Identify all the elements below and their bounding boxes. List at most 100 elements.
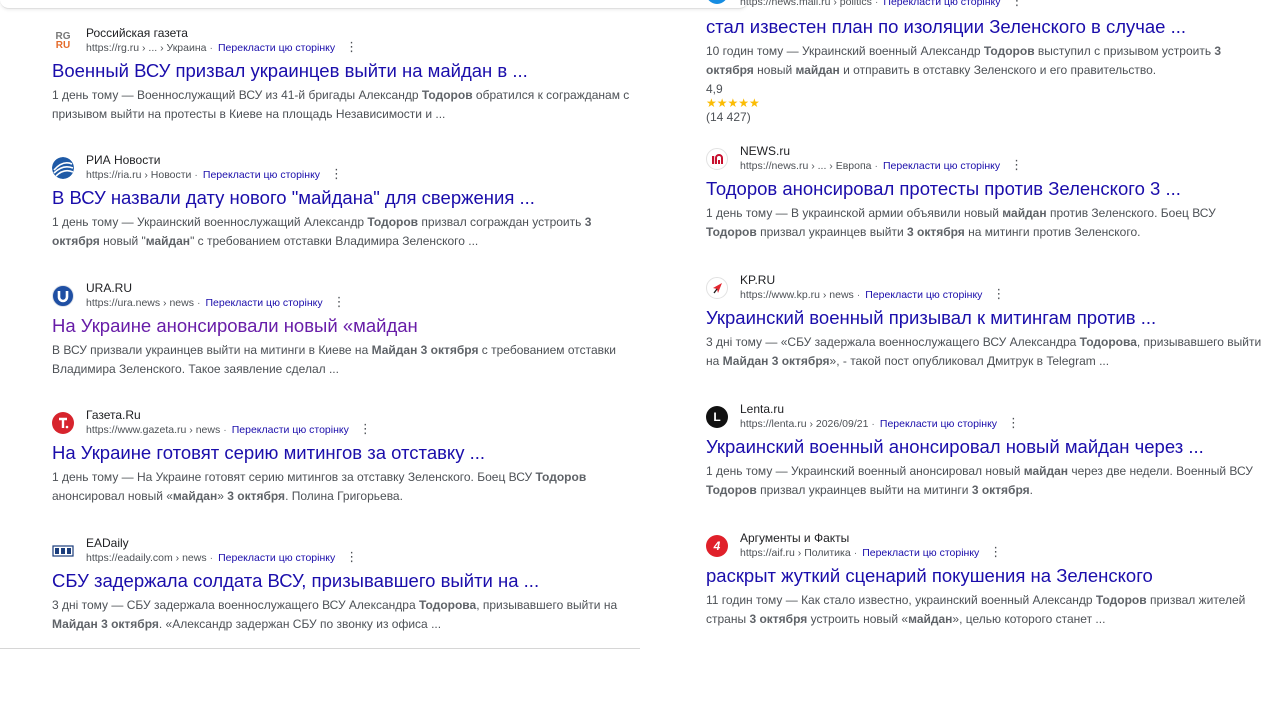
more-options-icon[interactable]: ⋮ bbox=[992, 287, 1005, 300]
site-url: https://news.ru › ... › Европа bbox=[740, 160, 872, 172]
snippet-highlight: Тодорова bbox=[418, 598, 477, 612]
snippet-text: , призывавшего выйти на bbox=[476, 598, 618, 612]
kp-icon bbox=[706, 277, 728, 299]
site-name: РИА Новости bbox=[86, 153, 161, 167]
snippet-highlight: майдан bbox=[145, 234, 191, 248]
snippet-text: 3 дні тому — «СБУ задержала военнослужащ… bbox=[706, 335, 1080, 349]
site-name: Газета.Ru bbox=[86, 408, 141, 422]
site-url-line: https://ura.news › news · Перекласти цю ст… bbox=[86, 294, 346, 309]
site-url: https://news.mail.ru › politics bbox=[740, 0, 872, 8]
result-title-link[interactable]: раскрыт жуткий сценарий покушения на Зел… bbox=[706, 565, 1153, 587]
more-options-icon[interactable]: ⋮ bbox=[333, 295, 346, 308]
snippet-highlight: майдан bbox=[172, 489, 218, 503]
snippet-highlight: майдан bbox=[1023, 464, 1069, 478]
translate-page-link[interactable]: Перекласти цю сторінку bbox=[218, 42, 335, 54]
more-options-icon[interactable]: ⋮ bbox=[345, 550, 358, 563]
result-title-link[interactable]: Украинский военный анонсировал новый май… bbox=[706, 436, 1204, 458]
snippet-highlight: Тодоров bbox=[535, 470, 587, 484]
result-snippet: 1 день тому — В украинской армии объявил… bbox=[706, 204, 1246, 242]
more-options-icon[interactable]: ⋮ bbox=[989, 545, 1002, 558]
snippet-text: новый bbox=[753, 63, 796, 77]
more-options-icon[interactable]: ⋮ bbox=[359, 422, 372, 435]
result-snippet: 1 день тому — На Украине готовят серию м… bbox=[52, 468, 642, 506]
snippet-text: », - такой пост опубликовал Дмитрук в Te… bbox=[829, 354, 1110, 368]
translate-page-link[interactable]: Перекласти цю сторінку bbox=[883, 160, 1000, 172]
star-rating-icon: ★★★★★ bbox=[706, 96, 760, 110]
site-url: https://aif.ru › Политика bbox=[740, 547, 851, 559]
translate-page-link[interactable]: Перекласти цю сторінку bbox=[862, 547, 979, 559]
snippet-text: призвал украинцев выйти на митинги bbox=[756, 483, 972, 497]
snippet-text: . «Александр задержан СБУ по звонку из о… bbox=[158, 617, 442, 631]
snippet-text: 11 годин тому — Как стало известно, укра… bbox=[706, 593, 1096, 607]
translate-page-link[interactable]: Перекласти цю сторінку bbox=[205, 297, 322, 309]
snippet-highlight: майдан bbox=[1002, 206, 1047, 220]
snippet-highlight: Тодоров bbox=[983, 44, 1035, 58]
site-name: Аргументы и Факты bbox=[740, 531, 850, 545]
more-options-icon[interactable]: ⋮ bbox=[1011, 0, 1024, 7]
result-title-link[interactable]: СБУ задержала солдата ВСУ, призывавшего … bbox=[52, 570, 539, 592]
snippet-highlight: 3 октября bbox=[749, 612, 808, 626]
snippet-text: . bbox=[1029, 483, 1033, 497]
snippet-highlight: Тодоров bbox=[421, 88, 473, 102]
translate-page-link[interactable]: Перекласти цю сторінку bbox=[865, 289, 982, 301]
rating-count: (14 427) bbox=[706, 110, 751, 124]
snippet-text: 10 годин тому — Украинский военный Алекс… bbox=[706, 44, 984, 58]
translate-page-link[interactable]: Перекласти цю сторінку bbox=[883, 0, 1000, 8]
site-url: https://www.gazeta.ru › news bbox=[86, 424, 221, 436]
snippet-text: 3 дні тому — СБУ задержала военнослужаще… bbox=[52, 598, 419, 612]
search-bar-edge bbox=[0, 0, 748, 9]
translate-page-link[interactable]: Перекласти цю сторінку bbox=[232, 424, 349, 436]
snippet-text: » bbox=[217, 489, 228, 503]
eadaily-icon-graphic bbox=[52, 545, 74, 557]
eadaily-icon bbox=[52, 540, 74, 562]
translate-page-link[interactable]: Перекласти цю сторінку bbox=[218, 552, 335, 564]
snippet-text: 1 день тому — В украинской армии объявил… bbox=[706, 206, 1003, 220]
site-url-line: https://rg.ru › ... › Украина · Перекласти… bbox=[86, 39, 358, 54]
site-url-line: https://news.ru › ... › Европа · Перекласт… bbox=[740, 157, 1023, 172]
site-url-line: https://ria.ru › Новости · Перекласти цю с… bbox=[86, 166, 343, 181]
snippet-text: на митинги против Зеленского. bbox=[964, 225, 1141, 239]
aif-icon: 4 bbox=[706, 535, 728, 557]
result-snippet: 1 день тому — Военнослужащий ВСУ из 41-й… bbox=[52, 86, 642, 124]
site-url-line: https://eadaily.com › news · Перекласти цю… bbox=[86, 549, 358, 564]
newsru-icon bbox=[706, 148, 728, 170]
result-title-link[interactable]: На Украине готовят серию митингов за отс… bbox=[52, 442, 485, 464]
snippet-highlight: Тодоров bbox=[706, 483, 757, 497]
result-title-link[interactable]: Военный ВСУ призвал украинцев выйти на м… bbox=[52, 60, 528, 82]
ria-icon-graphic bbox=[52, 157, 74, 179]
translate-page-link[interactable]: Перекласти цю сторінку bbox=[203, 169, 320, 181]
translate-page-link[interactable]: Перекласти цю сторінку bbox=[880, 418, 997, 430]
result-title-link[interactable]: Тодоров анонсировал протесты против Зеле… bbox=[706, 178, 1181, 200]
site-name: Российская газета bbox=[86, 26, 188, 40]
ria-icon bbox=[52, 157, 74, 179]
ura-icon bbox=[52, 285, 74, 307]
snippet-highlight: Майдан 3 октября bbox=[52, 617, 159, 631]
result-title-link[interactable]: Украинский военный призывал к митингам п… bbox=[706, 307, 1156, 329]
rg-icon: RG RU bbox=[52, 30, 74, 52]
gazeta-icon-graphic bbox=[59, 417, 69, 429]
snippet-text: В ВСУ призвали украинцев выйти на митинг… bbox=[52, 343, 372, 357]
site-url: https://www.kp.ru › news bbox=[740, 289, 854, 301]
snippet-highlight: Тодорова bbox=[1079, 335, 1137, 349]
kp-icon-graphic bbox=[713, 283, 722, 294]
more-options-icon[interactable]: ⋮ bbox=[330, 167, 343, 180]
result-title-link[interactable]: стал известен план по изоляции Зеленског… bbox=[706, 16, 1186, 38]
site-url-line: https://lenta.ru › 2026/09/21 · Перекласти… bbox=[740, 415, 1020, 430]
snippet-text: новый " bbox=[99, 234, 146, 248]
more-options-icon[interactable]: ⋮ bbox=[1007, 416, 1020, 429]
snippet-text: устроить новый « bbox=[807, 612, 909, 626]
snippet-highlight: майдан bbox=[795, 63, 840, 77]
result-title-link[interactable]: В ВСУ назвали дату нового "майдана" для … bbox=[52, 187, 535, 209]
snippet-highlight: 3 октября bbox=[971, 483, 1030, 497]
site-name: EADaily bbox=[86, 536, 129, 550]
snippet-text: 1 день тому — Военнослужащий ВСУ из 41-й… bbox=[52, 88, 422, 102]
result-snippet: 10 годин тому — Украинский военный Алекс… bbox=[706, 42, 1246, 80]
more-options-icon[interactable]: ⋮ bbox=[345, 40, 358, 53]
result-snippet: В ВСУ призвали украинцев выйти на митинг… bbox=[52, 341, 642, 379]
result-title-link[interactable]: На Украине анонсировали новый «майдан bbox=[52, 315, 418, 337]
more-options-icon[interactable]: ⋮ bbox=[1010, 158, 1023, 171]
ura-icon-graphic bbox=[57, 291, 69, 303]
result-snippet: 11 годин тому — Как стало известно, укра… bbox=[706, 591, 1256, 629]
rating-value: 4,9 bbox=[706, 82, 723, 96]
rating-row: 4,9 ★★★★★ (14 427) bbox=[706, 82, 760, 124]
